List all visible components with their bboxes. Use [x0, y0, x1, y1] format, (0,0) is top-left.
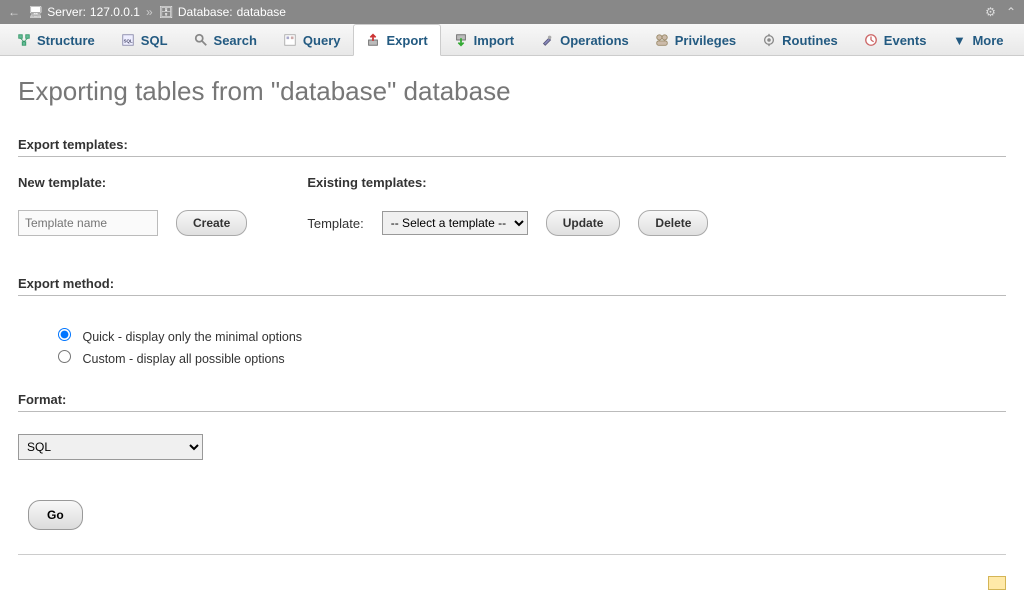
- server-value: 127.0.0.1: [90, 5, 140, 19]
- tab-events-label: Events: [884, 33, 927, 48]
- tab-operations-label: Operations: [560, 33, 629, 48]
- method-custom-radio[interactable]: [58, 350, 71, 363]
- breadcrumb-bar: ← 🖥 Server: 127.0.0.1 » 🗄 Database: data…: [0, 0, 1024, 24]
- import-icon: [454, 33, 468, 47]
- sql-icon: SQL: [121, 33, 135, 47]
- server-icon: 🖥: [28, 5, 43, 19]
- format-select[interactable]: SQL: [18, 434, 203, 460]
- structure-icon: [17, 33, 31, 47]
- tab-import[interactable]: Import: [441, 24, 527, 55]
- existing-templates-label: Existing templates:: [307, 175, 708, 190]
- page-title: Exporting tables from "database" databas…: [18, 76, 1006, 107]
- export-icon: [366, 33, 380, 47]
- method-custom-label: Custom - display all possible options: [82, 352, 284, 366]
- export-method-options: Quick - display only the minimal options…: [18, 314, 1006, 392]
- tab-more-label: More: [972, 33, 1003, 48]
- privileges-icon: [655, 33, 669, 47]
- tab-query[interactable]: Query: [270, 24, 354, 55]
- database-value: database: [237, 5, 286, 19]
- existing-templates-group: Existing templates: Template: -- Select …: [307, 175, 708, 236]
- tab-sql-label: SQL: [141, 33, 168, 48]
- method-quick-option[interactable]: Quick - display only the minimal options: [58, 328, 1006, 344]
- breadcrumb-server[interactable]: 🖥 Server: 127.0.0.1: [28, 5, 140, 19]
- method-custom-option[interactable]: Custom - display all possible options: [58, 350, 1006, 366]
- go-button[interactable]: Go: [28, 500, 83, 530]
- tab-search-label: Search: [214, 33, 257, 48]
- format-heading: Format:: [18, 392, 1006, 412]
- tab-structure-label: Structure: [37, 33, 95, 48]
- search-icon: [194, 33, 208, 47]
- routines-icon: [762, 33, 776, 47]
- export-method-heading: Export method:: [18, 276, 1006, 296]
- method-quick-radio[interactable]: [58, 328, 71, 341]
- collapse-icon[interactable]: ⌃: [1006, 5, 1016, 19]
- tab-events[interactable]: Events: [851, 24, 940, 55]
- update-button[interactable]: Update: [546, 210, 621, 236]
- new-template-group: New template: Create: [18, 175, 247, 236]
- method-quick-label: Quick - display only the minimal options: [82, 330, 302, 344]
- database-label: Database:: [178, 5, 233, 19]
- breadcrumb-database[interactable]: 🗄 Database: database: [159, 5, 286, 19]
- template-name-input[interactable]: [18, 210, 158, 236]
- template-select[interactable]: -- Select a template --: [382, 211, 528, 235]
- tab-operations[interactable]: Operations: [527, 24, 642, 55]
- tab-structure[interactable]: Structure: [4, 24, 108, 55]
- create-button[interactable]: Create: [176, 210, 247, 236]
- query-icon: [283, 33, 297, 47]
- events-icon: [864, 33, 878, 47]
- export-templates-heading: Export templates:: [18, 137, 1006, 157]
- gear-icon[interactable]: ⚙: [985, 5, 996, 19]
- tab-routines[interactable]: Routines: [749, 24, 851, 55]
- tab-more[interactable]: ▼ More: [939, 24, 1016, 55]
- bottom-divider: [18, 554, 1006, 555]
- tab-import-label: Import: [474, 33, 514, 48]
- tab-privileges-label: Privileges: [675, 33, 736, 48]
- tab-search[interactable]: Search: [181, 24, 270, 55]
- tab-sql[interactable]: SQL SQL: [108, 24, 181, 55]
- svg-text:SQL: SQL: [123, 39, 132, 44]
- tab-export[interactable]: Export: [353, 24, 440, 56]
- breadcrumb-sep: »: [146, 5, 153, 19]
- operations-icon: [540, 33, 554, 47]
- tab-query-label: Query: [303, 33, 341, 48]
- page-content: Exporting tables from "database" databas…: [0, 56, 1024, 575]
- tab-routines-label: Routines: [782, 33, 838, 48]
- tabs-bar: Structure SQL SQL Search Query Export Im…: [0, 24, 1024, 56]
- database-icon: 🗄: [159, 5, 174, 19]
- back-arrow[interactable]: ←: [8, 5, 20, 19]
- new-template-label: New template:: [18, 175, 247, 190]
- template-dropdown-label: Template:: [307, 216, 363, 231]
- more-icon: ▼: [952, 33, 966, 47]
- tab-export-label: Export: [386, 33, 427, 48]
- server-label: Server:: [47, 5, 86, 19]
- console-tab[interactable]: [988, 576, 1006, 590]
- tab-privileges[interactable]: Privileges: [642, 24, 749, 55]
- delete-button[interactable]: Delete: [638, 210, 708, 236]
